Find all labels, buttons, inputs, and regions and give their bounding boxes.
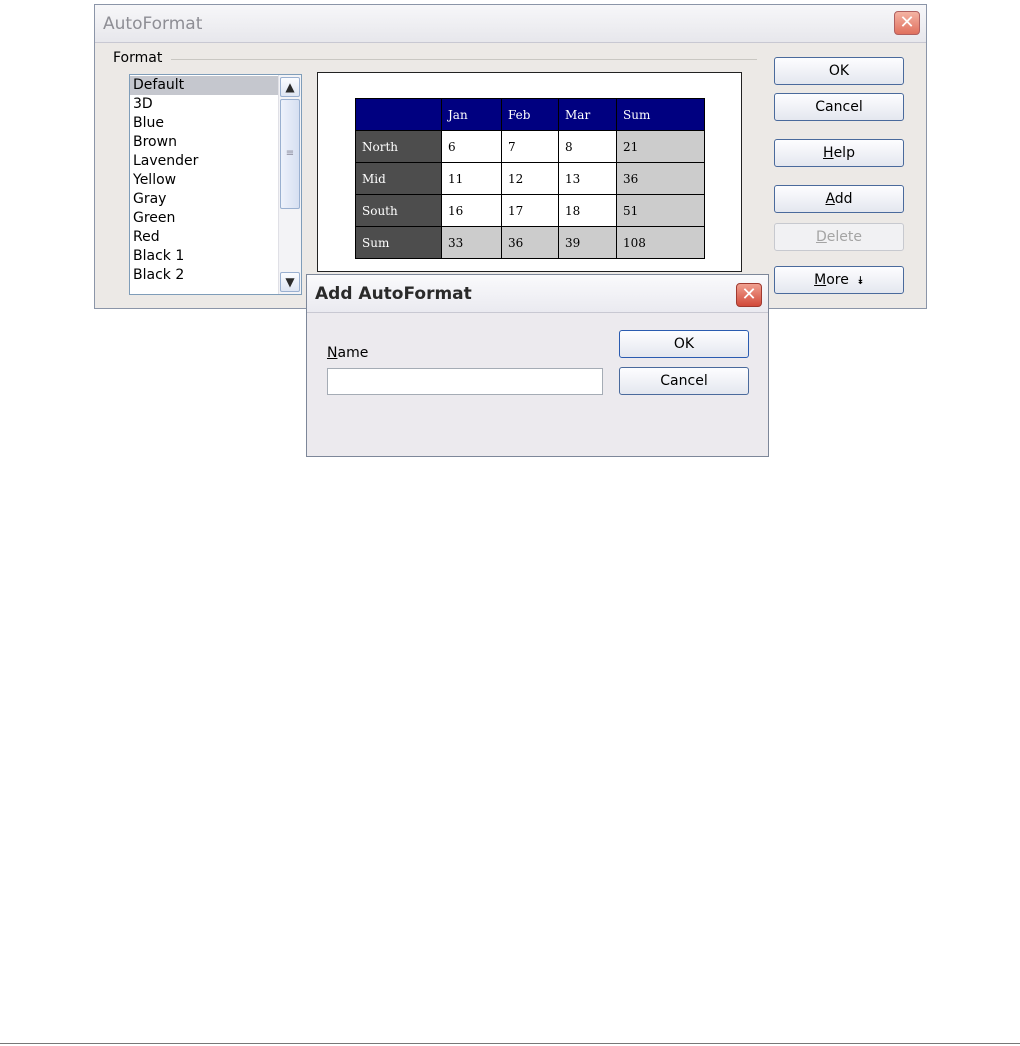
scroll-thumb[interactable]: ≡: [280, 99, 300, 209]
format-group-divider: [171, 59, 757, 60]
scroll-up-button[interactable]: ▲: [280, 77, 300, 97]
preview-cell: 7: [501, 130, 559, 163]
preview-cell: 16: [441, 194, 502, 227]
cancel-button[interactable]: Cancel: [774, 93, 904, 121]
preview-cell: Feb: [501, 98, 559, 131]
preview-cell: [355, 98, 442, 131]
chevron-up-icon: ▲: [285, 80, 295, 94]
preview-cell: 8: [558, 130, 617, 163]
preview-cell: 33: [441, 226, 502, 259]
format-list-item[interactable]: 3D: [130, 95, 279, 114]
preview-cell: 39: [558, 226, 617, 259]
format-list-item[interactable]: Green: [130, 209, 279, 228]
preview-cell: Mid: [355, 162, 442, 195]
page-bottom-rule: [0, 1043, 1020, 1044]
scroll-down-button[interactable]: ▼: [280, 272, 300, 292]
preview-row: Mid 11 12 13 36: [355, 162, 705, 195]
close-icon: ✕: [741, 284, 757, 305]
format-list-item[interactable]: Yellow: [130, 171, 279, 190]
preview-row: South 16 17 18 51: [355, 194, 705, 227]
add-autoformat-title: Add AutoFormat: [315, 284, 472, 304]
name-input[interactable]: [327, 368, 603, 395]
preview-cell: 108: [616, 226, 705, 259]
name-label: Name: [327, 345, 369, 361]
add-autoformat-titlebar[interactable]: Add AutoFormat ✕: [307, 275, 768, 313]
preview-cell: 13: [558, 162, 617, 195]
add-button[interactable]: Add: [774, 185, 904, 213]
autoformat-dialog: AutoFormat ✕ Format Default 3D Blue Brown La…: [94, 4, 927, 309]
double-chevron-down-icon: ⯯: [857, 274, 864, 287]
preview-cell: 21: [616, 130, 705, 163]
chevron-down-icon: ▼: [285, 275, 295, 289]
format-list-item[interactable]: Red: [130, 228, 279, 247]
preview-cell: 18: [558, 194, 617, 227]
format-preview: Jan Feb Mar Sum North 6 7 8 21 Mid 11 12 13 36 South 16…: [317, 72, 742, 272]
format-list-item[interactable]: Blue: [130, 114, 279, 133]
preview-cell: 17: [501, 194, 559, 227]
preview-cell: Mar: [558, 98, 617, 131]
ok-button[interactable]: OK: [774, 57, 904, 85]
preview-cell: 6: [441, 130, 502, 163]
preview-cell: 12: [501, 162, 559, 195]
delete-button[interactable]: Delete: [774, 223, 904, 251]
format-group-label: Format: [113, 50, 163, 66]
autoformat-close-button[interactable]: ✕: [894, 11, 920, 35]
preview-row: North 6 7 8 21: [355, 130, 705, 163]
preview-cell: 36: [501, 226, 559, 259]
format-list-scrollbar[interactable]: ▲ ≡ ▼: [278, 75, 301, 294]
autoformat-titlebar[interactable]: AutoFormat ✕: [95, 5, 926, 43]
add-dialog-ok-button[interactable]: OK: [619, 330, 749, 358]
preview-table: Jan Feb Mar Sum North 6 7 8 21 Mid 11 12 13 36 South 16…: [355, 98, 705, 259]
format-list-item[interactable]: Default: [130, 76, 279, 95]
grip-icon: ≡: [285, 148, 295, 159]
preview-cell: 51: [616, 194, 705, 227]
format-list-item[interactable]: Black 1: [130, 247, 279, 266]
format-list-item[interactable]: Brown: [130, 133, 279, 152]
format-list-item[interactable]: Black 2: [130, 266, 279, 285]
autoformat-title: AutoFormat: [103, 14, 203, 34]
help-button[interactable]: Help: [774, 139, 904, 167]
format-list: Default 3D Blue Brown Lavender Yellow Gray Gree…: [130, 76, 279, 285]
add-autoformat-close-button[interactable]: ✕: [736, 283, 762, 307]
preview-cell: Jan: [441, 98, 502, 131]
preview-cell: Sum: [616, 98, 705, 131]
add-dialog-cancel-button[interactable]: Cancel: [619, 367, 749, 395]
preview-cell: Sum: [355, 226, 442, 259]
preview-cell: 36: [616, 162, 705, 195]
preview-row: Jan Feb Mar Sum: [355, 98, 705, 131]
format-listbox[interactable]: Default 3D Blue Brown Lavender Yellow Gray Gree…: [129, 74, 302, 295]
preview-cell: South: [355, 194, 442, 227]
add-autoformat-dialog: Add AutoFormat ✕ Name OK Cancel: [306, 274, 769, 457]
preview-cell: 11: [441, 162, 502, 195]
preview-cell: North: [355, 130, 442, 163]
close-icon: ✕: [899, 12, 915, 33]
format-list-item[interactable]: Lavender: [130, 152, 279, 171]
preview-row: Sum 33 36 39 108: [355, 226, 705, 259]
more-button[interactable]: More ⯯: [774, 266, 904, 294]
format-list-item[interactable]: Gray: [130, 190, 279, 209]
